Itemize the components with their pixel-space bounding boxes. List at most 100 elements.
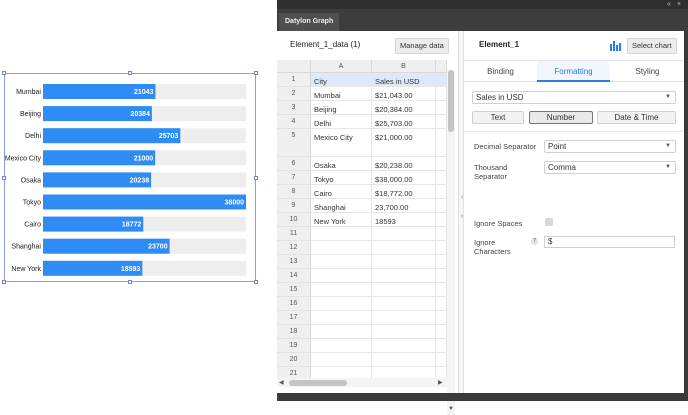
scroll-down-arrow-icon[interactable]: ▼ <box>448 406 454 412</box>
cell-b[interactable]: $18,772.00 <box>372 185 436 199</box>
cell-c[interactable] <box>436 213 447 227</box>
vertical-scroll-thumb[interactable] <box>448 70 454 132</box>
cell-a[interactable]: New York <box>311 213 372 227</box>
cell-c[interactable] <box>436 157 447 171</box>
row-number[interactable]: 17 <box>277 311 311 325</box>
help-icon[interactable]: ? <box>531 238 538 245</box>
cell-a[interactable] <box>311 227 372 241</box>
cell-c[interactable] <box>436 185 447 199</box>
scroll-right-arrow-icon[interactable]: ▶ <box>438 379 443 386</box>
cell-c[interactable] <box>436 115 447 129</box>
horizontal-scroll-thumb[interactable] <box>289 380 347 386</box>
cell-b[interactable]: $25,703.00 <box>372 115 436 129</box>
cell-c[interactable] <box>436 129 447 157</box>
cell-a[interactable] <box>311 269 372 283</box>
cell-b[interactable] <box>372 255 436 269</box>
thousand-separator-dropdown[interactable]: Comma ▼ <box>544 161 676 174</box>
column-header-c[interactable] <box>436 60 447 73</box>
close-icon[interactable]: × <box>677 0 681 9</box>
cell-b[interactable]: 23,700.00 <box>372 199 436 213</box>
cell-c[interactable] <box>436 311 447 325</box>
cell-a[interactable]: Mumbai <box>311 87 372 101</box>
cell-c[interactable] <box>436 199 447 213</box>
cell-a[interactable]: Tokyo <box>311 171 372 185</box>
row-number[interactable]: 20 <box>277 353 311 367</box>
cell-b[interactable]: $21,000.00 <box>372 129 436 157</box>
row-number[interactable]: 13 <box>277 255 311 269</box>
row-number[interactable]: 10 <box>277 213 311 227</box>
row-number[interactable]: 12 <box>277 241 311 255</box>
type-text-button[interactable]: Text <box>472 111 524 124</box>
cell-b[interactable]: $38,000.00 <box>372 171 436 185</box>
scroll-left-arrow-icon[interactable]: ◀ <box>279 379 284 386</box>
bar-tokyo[interactable] <box>43 194 246 210</box>
cell-a[interactable]: Delhi <box>311 115 372 129</box>
column-header-b[interactable]: B <box>372 60 436 73</box>
row-number[interactable]: 5 <box>277 129 311 157</box>
cell-c[interactable] <box>436 283 447 297</box>
row-number[interactable]: 2 <box>277 87 311 101</box>
cell-a[interactable] <box>311 339 372 353</box>
type-date-time-button[interactable]: Date & Time <box>597 111 676 124</box>
row-number[interactable]: 6 <box>277 157 311 171</box>
tab-binding[interactable]: Binding <box>464 61 537 82</box>
row-number[interactable]: 4 <box>277 115 311 129</box>
cell-c[interactable] <box>436 297 447 311</box>
manage-data-button[interactable]: Manage data <box>395 38 449 54</box>
decimal-separator-dropdown[interactable]: Point ▼ <box>544 140 676 153</box>
type-number-button[interactable]: Number <box>529 111 593 124</box>
row-number[interactable]: 15 <box>277 283 311 297</box>
cell-a[interactable]: Beijing <box>311 101 372 115</box>
row-number[interactable]: 3 <box>277 101 311 115</box>
cell-b[interactable]: Sales in USD <box>372 73 436 87</box>
cell-a[interactable] <box>311 283 372 297</box>
cell-b[interactable] <box>372 311 436 325</box>
tab-styling[interactable]: Styling <box>611 61 684 82</box>
cell-b[interactable] <box>372 339 436 353</box>
cell-a[interactable]: Cairo <box>311 185 372 199</box>
ignore-characters-input[interactable]: $ <box>544 236 675 248</box>
cell-a[interactable] <box>311 241 372 255</box>
tab-formatting[interactable]: Formatting <box>537 61 610 82</box>
cell-c[interactable] <box>436 171 447 185</box>
cell-b[interactable] <box>372 283 436 297</box>
row-number[interactable]: 19 <box>277 339 311 353</box>
row-number[interactable]: 16 <box>277 297 311 311</box>
cell-c[interactable] <box>436 255 447 269</box>
panel-tab-datylon-graph[interactable]: Datylon Graph <box>279 13 340 31</box>
cell-a[interactable] <box>311 297 372 311</box>
cell-b[interactable] <box>372 297 436 311</box>
cell-a[interactable] <box>311 255 372 269</box>
row-number[interactable]: 1 <box>277 73 311 87</box>
ignore-spaces-checkbox[interactable] <box>545 218 553 226</box>
cell-c[interactable] <box>436 339 447 353</box>
cell-c[interactable] <box>436 101 447 115</box>
horizontal-scrollbar[interactable]: ◀ ▶ <box>277 378 447 387</box>
cell-c[interactable] <box>436 87 447 101</box>
row-number[interactable]: 11 <box>277 227 311 241</box>
cell-b[interactable] <box>372 269 436 283</box>
cell-a[interactable]: Shanghai <box>311 199 372 213</box>
cell-b[interactable]: $20,384.00 <box>372 101 436 115</box>
cell-b[interactable] <box>372 353 436 367</box>
cell-c[interactable] <box>436 73 447 87</box>
cell-b[interactable] <box>372 325 436 339</box>
cell-c[interactable] <box>436 269 447 283</box>
cell-c[interactable] <box>436 325 447 339</box>
cell-b[interactable]: $21,043.00 <box>372 87 436 101</box>
collapse-icon[interactable]: « <box>667 0 671 9</box>
select-chart-button[interactable]: Select chart <box>627 38 677 54</box>
cell-a[interactable] <box>311 353 372 367</box>
cell-a[interactable]: Osaka <box>311 157 372 171</box>
cell-b[interactable]: $20,238.00 <box>372 157 436 171</box>
cell-c[interactable] <box>436 353 447 367</box>
cell-b[interactable] <box>372 241 436 255</box>
cell-a[interactable] <box>311 311 372 325</box>
vertical-scrollbar[interactable]: ▼ <box>447 70 455 415</box>
row-number[interactable]: 14 <box>277 269 311 283</box>
row-number[interactable]: 7 <box>277 171 311 185</box>
row-number[interactable]: 9 <box>277 199 311 213</box>
column-header-a[interactable]: A <box>311 60 372 73</box>
cell-c[interactable] <box>436 227 447 241</box>
cell-a[interactable] <box>311 325 372 339</box>
